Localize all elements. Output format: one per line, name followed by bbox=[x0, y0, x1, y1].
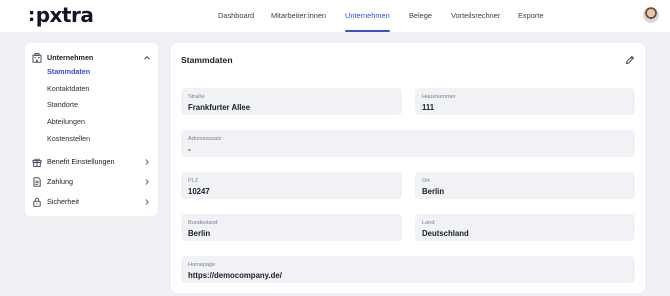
nav-belege[interactable]: Belege bbox=[409, 0, 432, 32]
field-label: Land bbox=[422, 220, 435, 226]
field-label: Homepage bbox=[188, 262, 216, 268]
field-label: Hausnummer bbox=[422, 94, 456, 100]
lock-icon bbox=[33, 197, 41, 207]
field-value: https://democompany.de/ bbox=[188, 271, 282, 280]
field-label: PLZ bbox=[188, 178, 199, 184]
field-value: Frankfurter Allee bbox=[188, 103, 251, 112]
bundesland-field[interactable]: Bundesland Berlin bbox=[181, 214, 402, 241]
chevron-right-icon bbox=[145, 179, 150, 185]
sidebar-item-kontaktdaten[interactable]: Kontaktdaten bbox=[47, 84, 89, 94]
sidebar-section-label: Benefit Einstellungen bbox=[47, 157, 115, 166]
sidebar-section-label: Zahlung bbox=[47, 177, 73, 186]
sidebar-item-kostenstellen[interactable]: Kostenstellen bbox=[47, 134, 90, 144]
nav-mitarbeiter[interactable]: Mitarbeiter:innen bbox=[271, 0, 326, 32]
logo[interactable]: :pxtra bbox=[28, 4, 94, 27]
strasse-field[interactable]: Straße Frankfurter Allee bbox=[181, 88, 402, 115]
building-icon bbox=[32, 53, 42, 63]
hausnummer-field[interactable]: Hausnummer 111 bbox=[415, 88, 635, 115]
field-value: - bbox=[188, 145, 191, 154]
sidebar-section-label: Unternehmen bbox=[47, 53, 94, 62]
nav-unternehmen[interactable]: Unternehmen bbox=[345, 0, 390, 32]
avatar[interactable] bbox=[643, 7, 659, 23]
field-value: Berlin bbox=[188, 229, 211, 238]
homepage-field[interactable]: Homepage https://democompany.de/ bbox=[181, 256, 635, 283]
nav-dashboard[interactable]: Dashboard bbox=[218, 0, 254, 32]
sidebar-item-standorte[interactable]: Standorte bbox=[47, 100, 78, 110]
stammdaten-card: Stammdaten Straße Frankfurter Allee Haus… bbox=[171, 43, 645, 293]
land-field[interactable]: Land Deutschland bbox=[415, 214, 635, 241]
card-title: Stammdaten bbox=[181, 55, 233, 65]
field-value: Deutschland bbox=[422, 229, 469, 238]
top-bar: :pxtra Dashboard Mitarbeiter:innen Unter… bbox=[0, 0, 670, 32]
sidebar-item-stammdaten[interactable]: Stammdaten bbox=[47, 67, 90, 77]
ort-field[interactable]: Ort Berlin bbox=[415, 172, 635, 199]
field-value: 10247 bbox=[188, 187, 210, 196]
receipt-icon bbox=[33, 177, 41, 187]
adresszusatz-field[interactable]: Adresszusatz - bbox=[181, 130, 635, 157]
sidebar-section-label: Sicherheit bbox=[47, 197, 79, 206]
field-label: Straße bbox=[188, 94, 205, 100]
field-value: Berlin bbox=[422, 187, 445, 196]
nav-vorteilsrechner[interactable]: Vorteilsrechner bbox=[451, 0, 500, 32]
chevron-right-icon bbox=[145, 159, 150, 165]
sidebar-item-abteilungen[interactable]: Abteilungen bbox=[47, 117, 85, 127]
field-label: Ort bbox=[422, 178, 430, 184]
field-value: 111 bbox=[422, 103, 435, 112]
chevron-right-icon bbox=[145, 199, 150, 205]
field-label: Adresszusatz bbox=[188, 136, 222, 142]
field-label: Bundesland bbox=[188, 220, 218, 226]
edit-icon[interactable] bbox=[625, 55, 635, 65]
plz-field[interactable]: PLZ 10247 bbox=[181, 172, 402, 199]
gift-icon bbox=[32, 158, 42, 167]
sidebar: Unternehmen Stammdaten Kontaktdaten Stan… bbox=[25, 43, 158, 216]
nav-exporte[interactable]: Exporte bbox=[518, 0, 543, 32]
active-nav-indicator bbox=[345, 30, 390, 32]
chevron-up-icon bbox=[144, 55, 150, 60]
